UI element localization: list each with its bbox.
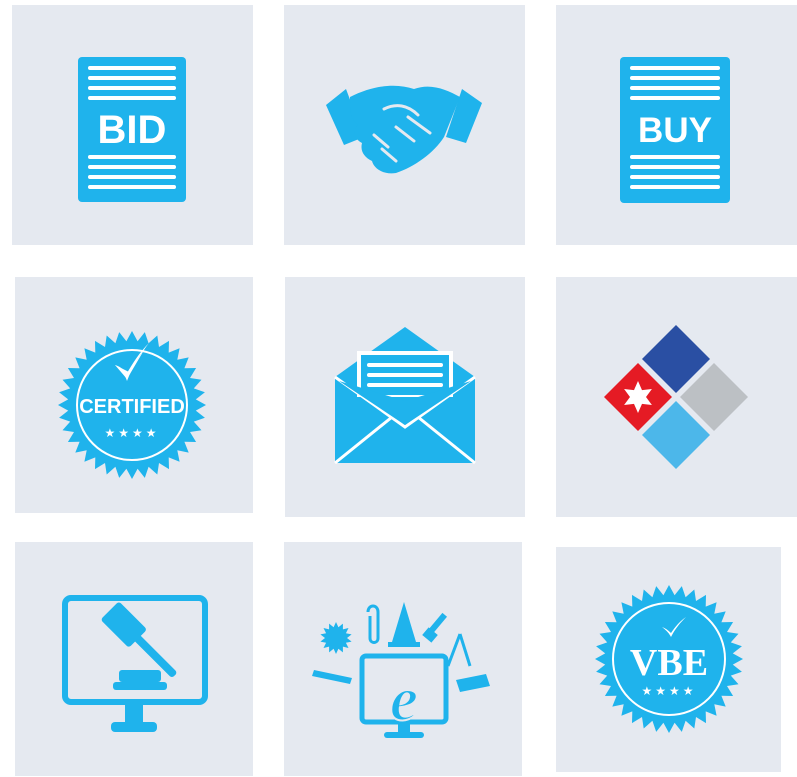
buy-label: BUY — [638, 111, 712, 150]
gavel-monitor-icon — [62, 595, 208, 732]
e-letter: e — [390, 663, 418, 734]
e-procurement-monitor-icon: e — [312, 602, 490, 738]
tile-handshake[interactable] — [284, 5, 525, 245]
bid-document-icon: BID — [78, 57, 186, 202]
buy-document-icon: BUY — [620, 57, 730, 203]
bid-label: BID — [98, 108, 167, 152]
vbe-label: VBE — [630, 642, 708, 684]
tile-buy[interactable]: BUY — [556, 5, 797, 245]
vbe-stars: ★★★★ — [641, 684, 696, 698]
tile-eprocurement[interactable]: e — [284, 542, 522, 776]
tile-bid[interactable]: BID — [12, 5, 253, 245]
certified-seal-icon: CERTIFIED ★★★★ — [58, 331, 206, 479]
chicago-star-diamond-icon — [604, 325, 748, 469]
handshake-icon — [326, 85, 482, 174]
tile-vbe[interactable]: VBE ★★★★ — [556, 547, 781, 772]
certified-label: CERTIFIED — [79, 396, 185, 418]
open-envelope-icon — [334, 327, 476, 465]
tile-gavel[interactable] — [15, 542, 253, 776]
tile-certified[interactable]: CERTIFIED ★★★★ — [15, 277, 253, 513]
tile-envelope[interactable] — [285, 277, 525, 517]
certified-stars: ★★★★ — [104, 426, 159, 440]
vbe-seal-icon: VBE ★★★★ — [595, 585, 743, 733]
tile-diamonds[interactable] — [556, 277, 797, 517]
